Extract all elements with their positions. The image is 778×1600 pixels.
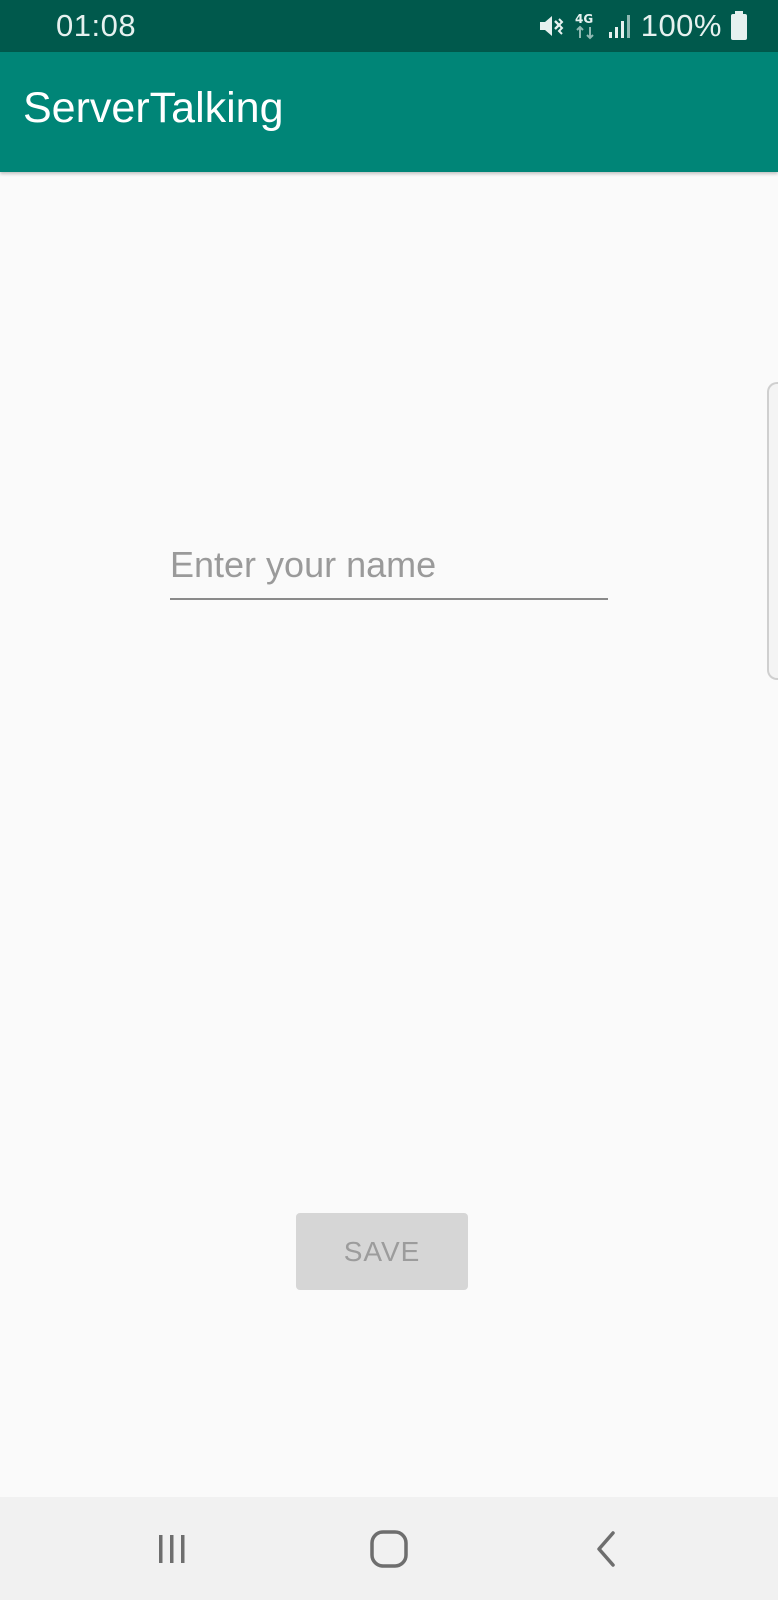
status-bar: 01:08 4G 100% [0, 0, 778, 52]
signal-strength-icon [607, 12, 633, 40]
back-button[interactable] [547, 1497, 667, 1600]
recent-apps-icon [159, 1534, 185, 1563]
4g-data-icon: 4G [573, 11, 599, 41]
recent-apps-button[interactable] [112, 1497, 232, 1600]
home-icon [370, 1529, 408, 1568]
back-icon [597, 1530, 615, 1567]
name-input-container [170, 534, 608, 600]
screen: 01:08 4G 100% ServerTalking Enter your n… [0, 0, 778, 1600]
name-input[interactable] [170, 534, 608, 596]
mute-vibrate-icon [537, 12, 565, 40]
app-bar: ServerTalking [0, 52, 778, 172]
navigation-bar [0, 1497, 778, 1600]
battery-percent: 100% [640, 8, 722, 43]
status-time: 01:08 [56, 8, 137, 43]
status-icons: 4G 100% [537, 8, 748, 44]
save-button[interactable]: SAVE [296, 1213, 468, 1290]
edge-panel-handle[interactable] [767, 382, 778, 680]
app-title: ServerTalking [23, 84, 284, 132]
battery-icon [730, 11, 748, 41]
network-type-label: 4G [575, 12, 593, 26]
home-button[interactable] [329, 1497, 449, 1600]
